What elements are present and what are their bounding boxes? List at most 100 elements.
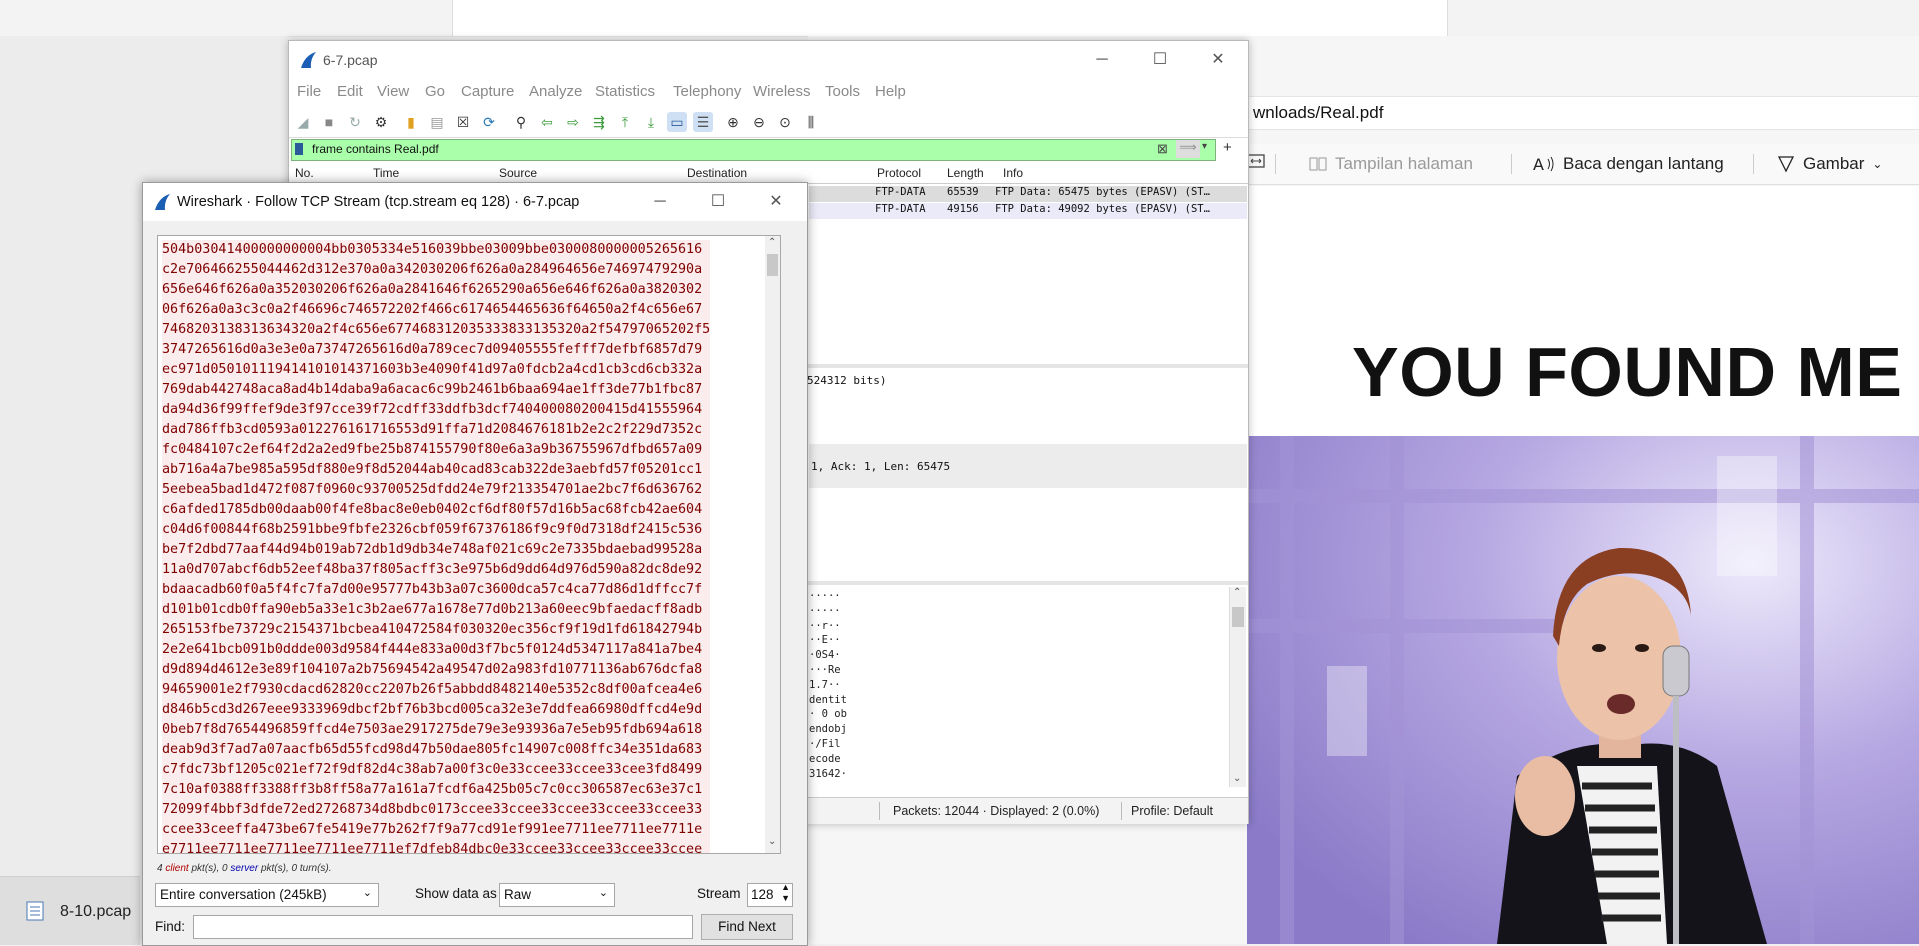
- scroll-up-icon[interactable]: ⌃: [768, 237, 776, 248]
- minimize-button[interactable]: ─: [1087, 49, 1117, 71]
- packets-count: Packets: 12044 · Displayed: 2 (0.0%): [893, 804, 1100, 818]
- ascii-line: ···Re: [809, 663, 841, 676]
- svg-text:A: A: [1533, 155, 1544, 173]
- ascii-line: dentit: [809, 693, 847, 706]
- read-aloud-button[interactable]: A Baca dengan lantang: [1533, 154, 1724, 174]
- ascii-line: ··E··: [809, 634, 841, 647]
- scroll-thumb[interactable]: [767, 254, 778, 276]
- col-info[interactable]: Info: [1003, 166, 1023, 180]
- stream-content-textarea[interactable]: 504b03041400000000004bb0305334e516039bbe…: [157, 235, 781, 854]
- stream-scrollbar[interactable]: ⌃ ⌄: [765, 235, 781, 854]
- profile-label[interactable]: Profile: Default: [1131, 804, 1213, 818]
- menu-view[interactable]: View: [377, 83, 409, 100]
- normal-size-icon[interactable]: ⊙: [775, 112, 795, 132]
- ascii-line: ·····: [809, 590, 841, 602]
- conversation-select[interactable]: Entire conversation (245kB) ⌄: [155, 883, 379, 907]
- col-time[interactable]: Time: [373, 166, 399, 180]
- zoom-out-icon[interactable]: ⊖: [749, 112, 769, 132]
- open-file-icon[interactable]: ▮: [401, 112, 421, 132]
- maximize-button[interactable]: ☐: [703, 191, 733, 213]
- restart-capture-icon[interactable]: ↻: [345, 112, 365, 132]
- bytes-scrollbar[interactable]: ⌃ ⌄: [1229, 587, 1246, 787]
- stream-line: 11a0d707abcf6db52eef48ba37f805acff3c3e97…: [162, 560, 711, 580]
- minimize-button[interactable]: ─: [645, 191, 675, 213]
- start-capture-icon[interactable]: ◢: [293, 112, 313, 132]
- toolbar-divider: [1753, 154, 1754, 174]
- window-title: 6-7.pcap: [323, 52, 378, 68]
- taskbar-item[interactable]: 8-10.pcap: [0, 876, 140, 945]
- toolbar-divider: [1275, 154, 1276, 174]
- last-packet-icon[interactable]: ⤓: [641, 112, 661, 132]
- find-packet-icon[interactable]: ⚲: [511, 112, 531, 132]
- menu-go[interactable]: Go: [425, 83, 445, 100]
- stream-line: bdaacadb60f0a5f4fc7fa7d00e95777b43b3a07c…: [162, 580, 711, 600]
- menu-file[interactable]: File: [297, 83, 321, 100]
- menu-edit[interactable]: Edit: [337, 83, 363, 100]
- draw-button[interactable]: Gambar ⌄: [1777, 154, 1882, 174]
- find-label: Find:: [155, 919, 186, 934]
- stream-number-value: 128: [751, 887, 774, 902]
- scroll-up-icon[interactable]: ⌃: [1233, 587, 1241, 598]
- capture-options-icon[interactable]: ⚙: [371, 112, 391, 132]
- stream-line: ec971d050101119414101014371603b3e4090f41…: [162, 360, 711, 380]
- menu-telephony[interactable]: Telephony: [673, 83, 741, 100]
- menu-tools[interactable]: Tools: [825, 83, 860, 100]
- find-input[interactable]: [193, 915, 693, 939]
- fit-width-icon[interactable]: [1247, 154, 1265, 168]
- colorize-icon[interactable]: ☰: [693, 112, 713, 132]
- taskbar-item-label: 8-10.pcap: [60, 903, 132, 920]
- bookmark-icon[interactable]: [295, 143, 303, 155]
- wireshark-fin-icon: [301, 52, 316, 68]
- add-filter-button-icon[interactable]: +: [1223, 139, 1232, 156]
- stream-label: Stream: [697, 886, 741, 901]
- ascii-line: ·····: [809, 604, 841, 617]
- stop-capture-icon[interactable]: ■: [319, 112, 339, 132]
- conversation-value: Entire conversation (245kB): [160, 887, 327, 902]
- scroll-down-icon[interactable]: ⌄: [768, 836, 776, 847]
- autoscroll-icon[interactable]: ▭: [667, 112, 687, 132]
- chevron-down-icon[interactable]: ⌄: [599, 886, 608, 899]
- scroll-down-icon[interactable]: ⌄: [1233, 773, 1241, 784]
- packet-row[interactable]: FTP-DATA 65539 FTP Data: 65475 bytes (EP…: [809, 186, 1247, 202]
- col-length[interactable]: Length: [947, 166, 984, 180]
- menu-statistics[interactable]: Statistics: [595, 83, 655, 100]
- save-file-icon[interactable]: ▤: [427, 112, 447, 132]
- chevron-down-icon[interactable]: ⌄: [1872, 157, 1882, 171]
- find-next-button[interactable]: Find Next: [701, 914, 793, 940]
- page-view-button[interactable]: Tampilan halaman: [1309, 154, 1473, 174]
- menu-analyze[interactable]: Analyze: [529, 83, 582, 100]
- address-bar[interactable]: wnloads/Real.pdf: [1247, 96, 1919, 130]
- menu-capture[interactable]: Capture: [461, 83, 514, 100]
- col-destination[interactable]: Destination: [687, 166, 747, 180]
- packet-row[interactable]: FTP-DATA 49156 FTP Data: 49092 bytes (EP…: [809, 203, 1247, 219]
- first-packet-icon[interactable]: ⤒: [615, 112, 635, 132]
- stepper-up-icon[interactable]: ▲: [781, 882, 790, 892]
- resize-columns-icon[interactable]: ⫼: [801, 112, 821, 132]
- close-button[interactable]: ✕: [761, 191, 791, 213]
- col-source[interactable]: Source: [499, 166, 537, 180]
- scroll-thumb[interactable]: [1232, 607, 1244, 627]
- menu-help[interactable]: Help: [875, 83, 906, 100]
- chevron-down-icon[interactable]: ⌄: [363, 886, 372, 899]
- stream-number-stepper[interactable]: 128 ▲ ▼: [747, 882, 793, 907]
- col-protocol[interactable]: Protocol: [877, 166, 921, 180]
- close-button[interactable]: ✕: [1203, 49, 1233, 71]
- stream-lines: 504b03041400000000004bb0305334e516039bbe…: [162, 240, 711, 853]
- show-data-as-select[interactable]: Raw ⌄: [499, 883, 615, 907]
- reload-file-icon[interactable]: ⟳: [479, 112, 499, 132]
- display-filter-input[interactable]: frame contains Real.pdf ⊠ ⟹ ▾: [291, 139, 1216, 161]
- zoom-in-icon[interactable]: ⊕: [723, 112, 743, 132]
- go-back-icon[interactable]: ⇦: [537, 112, 557, 132]
- filter-history-chevron-icon[interactable]: ▾: [1202, 141, 1207, 152]
- apply-filter-icon[interactable]: ⟹: [1176, 140, 1200, 158]
- stepper-down-icon[interactable]: ▼: [781, 893, 790, 903]
- menu-wireless[interactable]: Wireless: [753, 83, 811, 100]
- stream-line: deab9d3f7ad7a07aacfb65d55fcd98d47b50dae8…: [162, 740, 711, 760]
- clear-filter-icon[interactable]: ⊠: [1157, 141, 1168, 157]
- go-forward-icon[interactable]: ⇨: [563, 112, 583, 132]
- go-to-packet-icon[interactable]: ⇶: [589, 112, 609, 132]
- close-file-icon[interactable]: ☒: [453, 112, 473, 132]
- status-divider: [1121, 802, 1122, 820]
- maximize-button[interactable]: ☐: [1145, 49, 1175, 71]
- col-no[interactable]: No.: [295, 166, 314, 180]
